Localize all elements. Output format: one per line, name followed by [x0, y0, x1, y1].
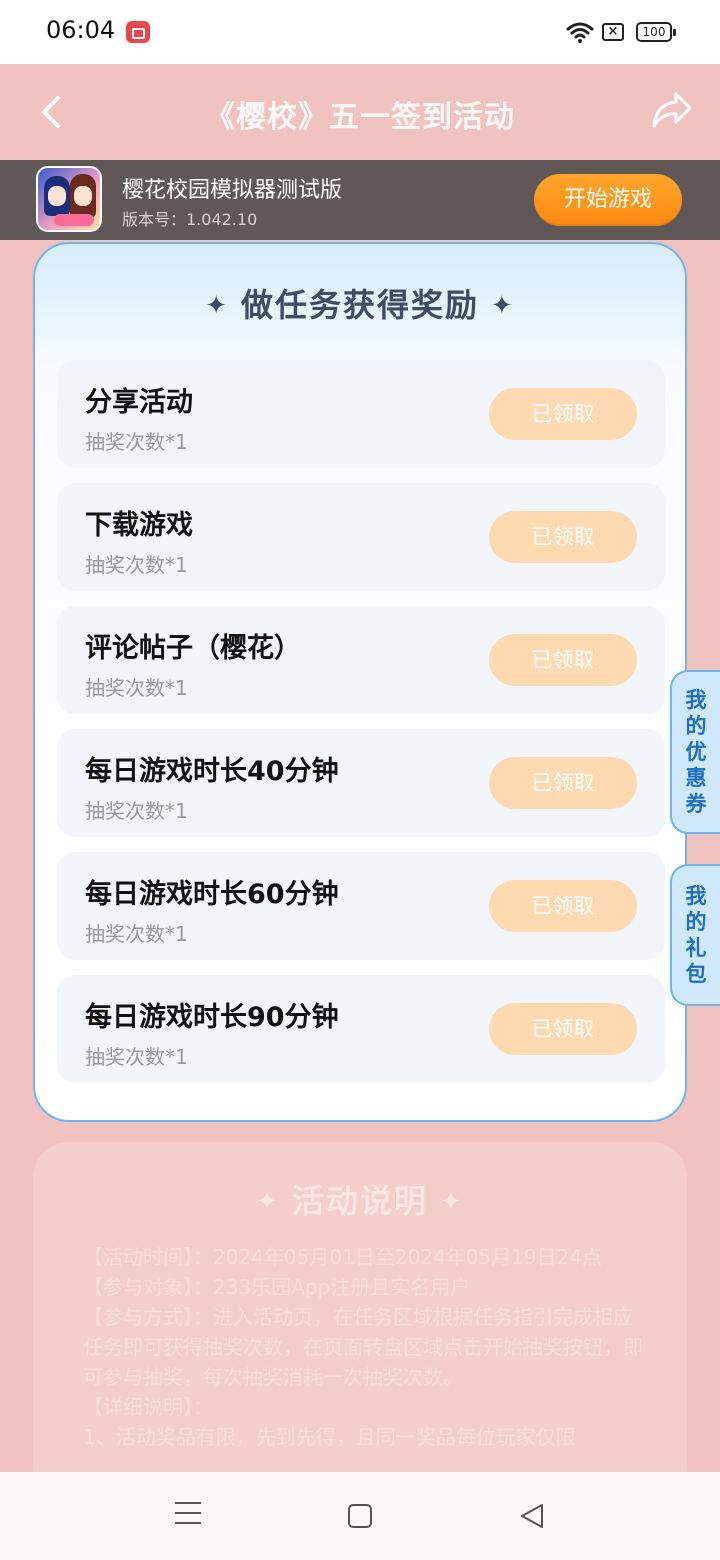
- share-icon[interactable]: [650, 90, 694, 130]
- task-name: 下载游戏: [85, 510, 193, 541]
- sparkle-icon: ✦: [256, 1187, 280, 1217]
- task-name: 评论帖子（樱花）: [85, 633, 301, 664]
- wifi-icon: [566, 22, 594, 43]
- description-card: ✦ 活动说明 ✦ 【活动时间】：2024年05月01日至2024年05月19日24点…: [33, 1142, 687, 1502]
- claimed-button[interactable]: 已领取: [489, 634, 637, 686]
- description-body: 【活动时间】：2024年05月01日至2024年05月19日24点 【参与对象】…: [83, 1242, 643, 1452]
- claimed-button[interactable]: 已领取: [489, 511, 637, 563]
- description-line: 1、活动奖品有限，先到先得，且同一奖品每位玩家仅限: [83, 1425, 576, 1449]
- task-reward: 抽奖次数*1: [85, 799, 188, 823]
- description-header: ✦ 活动说明 ✦: [33, 1176, 687, 1222]
- claimed-button[interactable]: 已领取: [489, 388, 637, 440]
- task-reward: 抽奖次数*1: [85, 430, 188, 454]
- claimed-button[interactable]: 已领取: [489, 1003, 637, 1055]
- description-line: 【详细说明】：: [83, 1395, 213, 1419]
- description-line: 【参与对象】：233乐园App注册且实名用户: [83, 1275, 471, 1299]
- task-name: 每日游戏时长40分钟: [85, 756, 339, 787]
- no-sim-icon: ×: [602, 23, 624, 41]
- task-name: 每日游戏时长90分钟: [85, 1002, 339, 1033]
- system-nav-bar: [0, 1472, 720, 1560]
- task-card: ✦ 做任务获得奖励 ✦ 分享活动 抽奖次数*1 已领取 下载游戏 抽奖次数*1 已领…: [33, 242, 687, 1122]
- my-coupons-tab[interactable]: 我的优惠券: [670, 670, 720, 834]
- task-item: 分享活动 抽奖次数*1 已领取: [57, 360, 665, 468]
- start-game-button[interactable]: 开始游戏: [534, 174, 682, 226]
- game-version: 版本号：1.042.10: [122, 210, 258, 229]
- claimed-button[interactable]: 已领取: [489, 757, 637, 809]
- sparkle-icon: ✦: [205, 291, 229, 321]
- description-line: 【参与方式】：进入活动页，在任务区域根据任务指引完成相应任务即可获得抽奖次数，在…: [83, 1305, 643, 1389]
- my-coupons-label: 我的优惠券: [685, 688, 707, 816]
- task-name: 每日游戏时长60分钟: [85, 879, 339, 910]
- task-list: 分享活动 抽奖次数*1 已领取 下载游戏 抽奖次数*1 已领取 评论帖子（樱花）…: [57, 360, 665, 1098]
- status-time: 06:04: [46, 16, 116, 44]
- task-item: 每日游戏时长60分钟 抽奖次数*1 已领取: [57, 852, 665, 960]
- task-reward: 抽奖次数*1: [85, 1045, 188, 1069]
- page-title: 《樱校》五一签到活动: [205, 100, 515, 135]
- task-card-title: 做任务获得奖励: [240, 286, 479, 324]
- task-item: 每日游戏时长40分钟 抽奖次数*1 已领取: [57, 729, 665, 837]
- game-app-icon[interactable]: [36, 166, 102, 232]
- header: 《樱校》五一签到活动: [0, 64, 720, 160]
- task-card-header: ✦ 做任务获得奖励 ✦: [35, 280, 685, 326]
- task-reward: 抽奖次数*1: [85, 922, 188, 946]
- battery-icon: 100: [636, 22, 676, 42]
- sparkle-icon: ✦: [491, 291, 515, 321]
- screen-record-icon: [126, 21, 150, 43]
- task-item: 每日游戏时长90分钟 抽奖次数*1 已领取: [57, 975, 665, 1083]
- task-item: 下载游戏 抽奖次数*1 已领取: [57, 483, 665, 591]
- menu-icon[interactable]: [175, 1502, 201, 1528]
- game-name: 樱花校园模拟器测试版: [122, 178, 343, 203]
- status-bar: 06:04 × 100: [0, 0, 720, 64]
- game-bar: 樱花校园模拟器测试版 版本号：1.042.10 开始游戏: [0, 160, 720, 240]
- home-icon[interactable]: [348, 1504, 372, 1528]
- back-triangle-icon[interactable]: [518, 1502, 546, 1530]
- claimed-button[interactable]: 已领取: [489, 880, 637, 932]
- my-gifts-tab[interactable]: 我的礼包: [670, 864, 720, 1006]
- task-reward: 抽奖次数*1: [85, 553, 188, 577]
- task-item: 评论帖子（樱花） 抽奖次数*1 已领取: [57, 606, 665, 714]
- task-reward: 抽奖次数*1: [85, 676, 188, 700]
- task-name: 分享活动: [85, 387, 193, 418]
- description-line: 【活动时间】：2024年05月01日至2024年05月19日24点: [83, 1245, 603, 1269]
- description-title: 活动说明: [291, 1182, 428, 1220]
- sparkle-icon: ✦: [440, 1187, 464, 1217]
- my-gifts-label: 我的礼包: [685, 884, 707, 986]
